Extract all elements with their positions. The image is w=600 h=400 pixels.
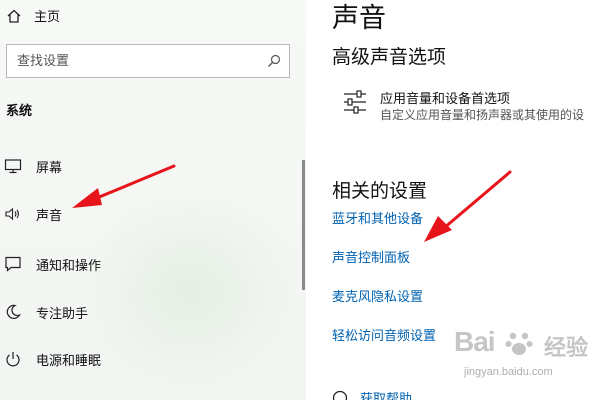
sidebar-item-label: 声音 [36, 208, 63, 224]
link-ease-of-access-audio[interactable]: 轻松访问音频设置 [332, 325, 436, 344]
home-nav-item[interactable]: 主页 [6, 6, 60, 25]
app-volume-device-preferences-option[interactable]: 应用音量和设备首选项 自定义应用音量和扬声器或其使用的设 [340, 86, 600, 126]
section-label-system: 系统 [6, 104, 33, 119]
option-description: 自定义应用音量和扬声器或其使用的设 [380, 108, 585, 122]
sidebar-item-label: 电源和睡眠 [36, 353, 102, 369]
link-sound-control-panel[interactable]: 声音控制面板 [332, 247, 410, 266]
sidebar-item-notifications[interactable]: 通知和操作 [0, 248, 290, 280]
notification-icon [5, 256, 21, 272]
sidebar-scrollbar[interactable] [302, 160, 305, 290]
home-label: 主页 [34, 10, 61, 25]
power-icon [6, 352, 20, 367]
option-title: 应用音量和设备首选项 [380, 92, 511, 107]
related-settings-heading: 相关的设置 [332, 180, 428, 202]
main-content: 声音 高级声音选项 应用音量和设备首选项 自定义应用音量和扬声器或其使用的设 相… [306, 0, 600, 400]
sidebar-item-sound[interactable]: 声音 [0, 198, 290, 230]
help-label: 获取帮助 [360, 392, 413, 400]
link-bluetooth-devices[interactable]: 蓝牙和其他设备 [332, 208, 423, 227]
search-box[interactable] [6, 44, 290, 78]
home-icon [7, 9, 21, 23]
link-microphone-privacy[interactable]: 麦克风隐私设置 [332, 286, 423, 305]
search-input[interactable] [7, 45, 257, 77]
help-icon [332, 390, 348, 400]
speaker-icon [5, 207, 19, 221]
sidebar-item-display[interactable]: 屏幕 [0, 150, 290, 182]
monitor-icon [4, 159, 22, 174]
sliders-icon [344, 90, 366, 114]
sidebar-item-label: 专注助手 [36, 306, 89, 322]
moon-icon [6, 304, 21, 319]
sidebar: 主页 系统 屏幕 声音 通知和操作 专注助 [0, 0, 306, 400]
sidebar-item-label: 通知和操作 [36, 258, 102, 274]
get-help-link[interactable]: 获取帮助 [332, 388, 412, 400]
sidebar-item-power-sleep[interactable]: 电源和睡眠 [0, 343, 290, 375]
search-icon[interactable] [267, 54, 281, 68]
page-title: 声音 [332, 3, 386, 34]
sidebar-item-label: 屏幕 [36, 160, 63, 176]
sidebar-item-focus-assist[interactable]: 专注助手 [0, 296, 290, 328]
advanced-sound-options-heading: 高级声音选项 [332, 46, 447, 68]
